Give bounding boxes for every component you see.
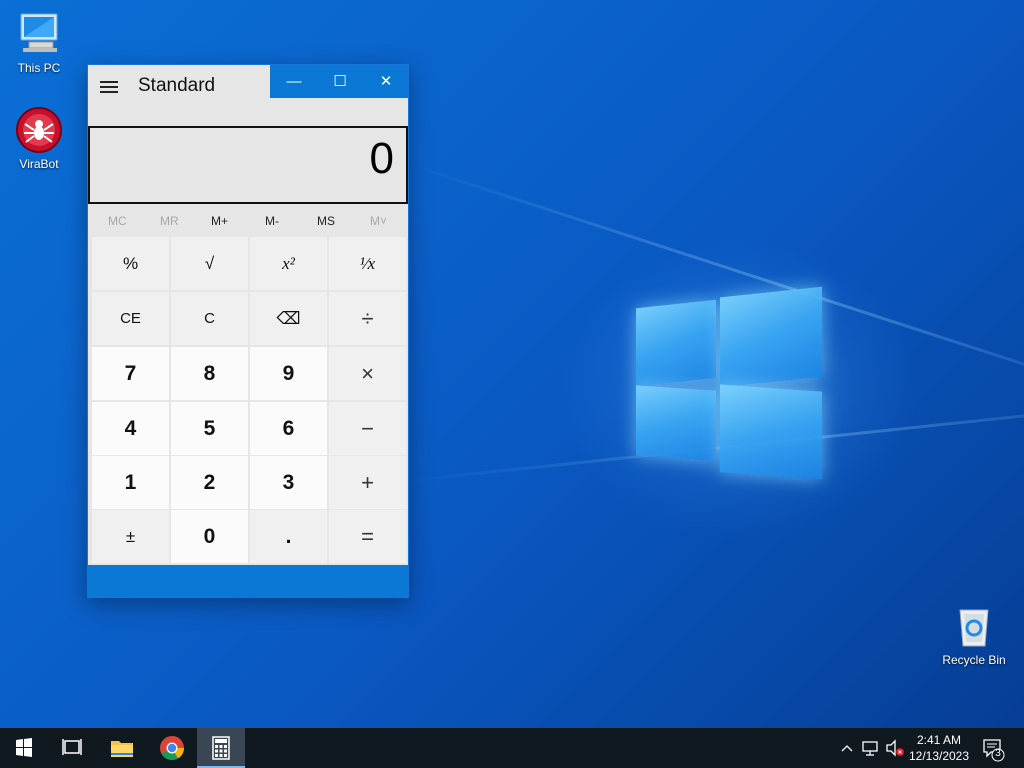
square-root-button[interactable]: √ [171,237,248,290]
calculator-footer [88,565,408,597]
calculator-mode-title: Standard [138,75,216,96]
notification-count-badge: 3 [995,748,1001,759]
network-tray-button[interactable] [860,728,882,768]
action-center-button[interactable]: 3 [980,728,1008,768]
divide-button[interactable]: ÷ [329,292,406,345]
calculator-icon [212,736,230,760]
square-button[interactable]: x² [250,237,327,290]
taskbar-chrome[interactable] [148,728,196,768]
backspace-icon[interactable]: ⌫ [250,292,327,345]
folder-icon [111,741,133,757]
digit-9-button[interactable]: 9 [250,347,327,400]
task-view-button[interactable] [48,728,96,768]
hamburger-menu-icon[interactable] [100,81,118,93]
volume-tray-button[interactable] [884,728,906,768]
chevron-up-icon [841,745,853,752]
calculator-display: 0 [88,126,408,204]
memory-list-button[interactable]: M˅ [370,214,387,228]
memory-recall-button[interactable]: MR [160,214,179,228]
digit-8-button[interactable]: 8 [171,347,248,400]
network-icon [862,741,878,756]
virabot-icon [15,106,63,154]
memory-clear-button[interactable]: MC [108,214,127,228]
desktop-icon-label: This PC [17,61,61,75]
display-value: 0 [369,134,394,183]
volume-muted-icon [886,739,904,757]
decimal-button[interactable]: . [250,510,327,563]
chrome-icon [160,736,184,761]
desktop-icon-label: Recycle Bin [942,653,1006,667]
desktop-icon-label: ViraBot [19,157,59,171]
clear-entry-button[interactable]: CE [92,292,169,345]
digit-1-button[interactable]: 1 [92,456,169,509]
taskbar-clock[interactable]: 2:41 AM 12/13/2023 [906,732,972,764]
show-hidden-icons-button[interactable] [838,728,856,768]
digit-6-button[interactable]: 6 [250,402,327,455]
equals-button[interactable]: = [329,510,406,563]
digit-7-button[interactable]: 7 [92,347,169,400]
digit-5-button[interactable]: 5 [171,402,248,455]
desktop-icon-virabot[interactable]: ViraBot [1,106,77,171]
clock-time: 2:41 AM [916,733,962,747]
digit-0-button[interactable]: 0 [171,510,248,563]
minimize-button[interactable]: — [271,65,317,98]
desktop-icon-recycle-bin[interactable]: Recycle Bin [936,602,1012,667]
digit-4-button[interactable]: 4 [92,402,169,455]
calculator-window: Standard — ☐ ✕ 0 MC MR M+ M- MS M˅ % √ x… [87,64,409,598]
taskbar: 2:41 AM 12/13/2023 3 [0,728,1024,768]
close-button[interactable]: ✕ [363,65,409,98]
task-view-icon [62,739,82,755]
subtract-button[interactable]: − [329,402,406,455]
desktop-icon-this-pc[interactable]: This PC [1,10,77,75]
memory-add-button[interactable]: M+ [211,214,228,228]
percent-button[interactable]: % [92,237,169,290]
clock-date: 12/13/2023 [908,749,970,763]
add-button[interactable]: + [329,456,406,509]
recycle-bin-icon [950,602,998,650]
start-button[interactable] [0,728,48,768]
memory-row: MC MR M+ M- MS M˅ [88,208,408,234]
digit-3-button[interactable]: 3 [250,456,327,509]
memory-subtract-button[interactable]: M- [265,214,279,228]
taskbar-calculator[interactable] [197,728,245,768]
memory-store-button[interactable]: MS [317,214,335,228]
multiply-button[interactable]: × [329,347,406,400]
calculator-titlebar[interactable]: Standard — ☐ ✕ [88,65,408,98]
reciprocal-button[interactable]: ¹⁄x [329,237,406,290]
negate-button[interactable]: ± [92,510,169,563]
taskbar-file-explorer[interactable] [98,728,146,768]
this-pc-icon [15,10,63,58]
windows-logo-wallpaper [636,286,822,480]
digit-2-button[interactable]: 2 [171,456,248,509]
clear-button[interactable]: C [171,292,248,345]
desktop: This PC ViraBot Recycle Bin Standard — ☐… [0,0,1024,728]
windows-start-icon [16,738,32,757]
maximize-button[interactable]: ☐ [317,65,363,98]
